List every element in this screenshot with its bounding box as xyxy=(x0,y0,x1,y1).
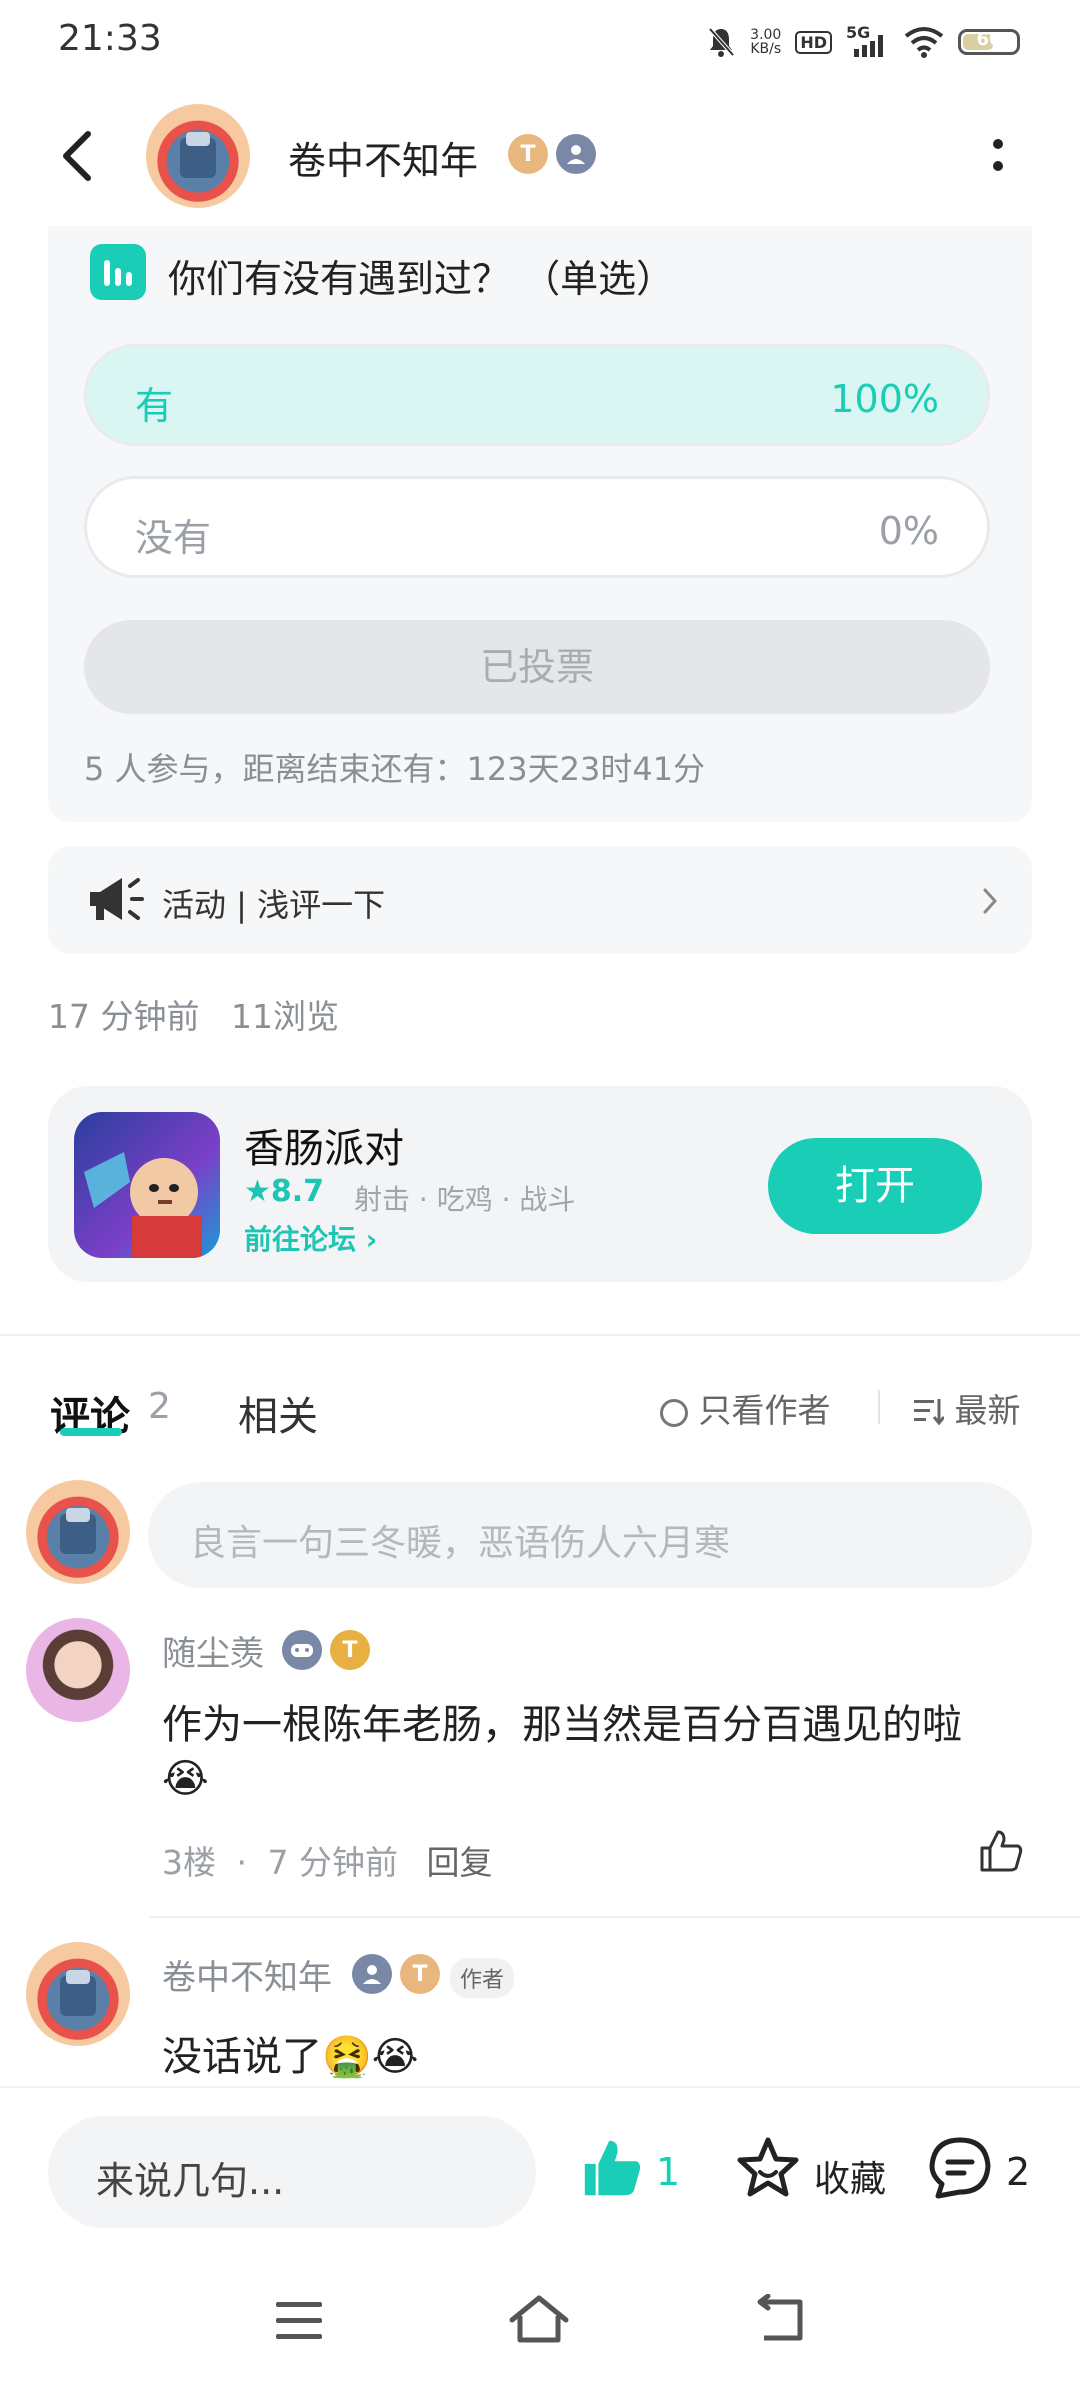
chevron-right-icon: › xyxy=(365,1223,378,1256)
header-avatar[interactable] xyxy=(146,104,250,208)
level-badge-icon: T xyxy=(400,1954,440,1994)
game-name[interactable]: 香肠派对 xyxy=(244,1116,404,1174)
voted-button: 已投票 xyxy=(84,620,990,714)
game-tags: 射击 · 吃鸡 · 战斗 xyxy=(354,1183,576,1216)
battery-icon: 60 xyxy=(958,29,1020,55)
level-badge-icon: T xyxy=(508,134,548,174)
poll-chart-icon xyxy=(90,244,146,300)
like-count: 1 xyxy=(656,2150,681,2194)
menu-icon[interactable] xyxy=(274,2298,324,2344)
game-rating: ★8.7 xyxy=(244,1174,325,1209)
home-icon[interactable] xyxy=(508,2294,570,2346)
poll-option-label: 有 xyxy=(135,384,174,428)
comment-time: 7 分钟前 xyxy=(267,1843,399,1882)
gamepad-badge-icon xyxy=(282,1630,322,1670)
more-icon[interactable] xyxy=(990,136,1006,176)
forum-link[interactable]: 前往论坛 › xyxy=(244,1218,377,1258)
comment-emoji: 😭 xyxy=(162,1756,209,1802)
comment-placeholder: 良言一句三冬暖，恶语伤人六月寒 xyxy=(190,1523,731,1564)
star-icon: ★ xyxy=(244,1174,271,1209)
level-badge-icon: T xyxy=(330,1630,370,1670)
comment-username[interactable]: 随尘羡 xyxy=(162,1626,264,1675)
mute-icon xyxy=(708,27,735,57)
status-bar: 21:33 3.00 KB/s HD 5G 60 xyxy=(0,0,1080,84)
sort-filter[interactable]: 最新 xyxy=(912,1384,1021,1432)
activity-label: 活动 | 浅评一下 xyxy=(162,886,386,924)
sort-icon xyxy=(914,1399,946,1426)
game-icon[interactable] xyxy=(74,1112,220,1258)
post-meta: 17 分钟前 11浏览 xyxy=(48,990,339,1038)
comment-text: 作为一根陈年老肠，那当然是百分百遇见的啦 xyxy=(162,1702,962,1748)
signal-icon: 5G xyxy=(846,23,890,59)
follow-badge-icon xyxy=(556,134,596,174)
favorite-label[interactable]: 收藏 xyxy=(814,2150,886,2202)
poll-option-percent: 0% xyxy=(878,509,939,553)
tab-comments-count: 2 xyxy=(148,1386,171,1427)
tab-underline xyxy=(60,1428,122,1436)
back-icon[interactable] xyxy=(58,128,98,184)
section-divider xyxy=(0,1334,1080,1336)
tab-related[interactable]: 相关 xyxy=(238,1384,318,1442)
poll-info: 5 人参与，距离结束还有：123天23时41分 xyxy=(84,750,706,788)
reply-button[interactable]: 回复 xyxy=(427,1843,493,1882)
author-only-filter[interactable]: 只看作者 xyxy=(660,1384,831,1432)
poll-option-yes[interactable]: 有 100% xyxy=(84,344,990,446)
comment-username[interactable]: 卷中不知年 xyxy=(162,1950,332,1999)
comment-floor: 3楼 xyxy=(162,1843,216,1882)
comment-text: 没话说了🤮😭 xyxy=(162,2034,419,2080)
open-game-button[interactable]: 打开 xyxy=(768,1138,982,1234)
filter-separator xyxy=(878,1390,880,1424)
status-time: 21:33 xyxy=(58,18,162,59)
thumbs-up-icon[interactable] xyxy=(976,1826,1026,1876)
poll-option-label: 没有 xyxy=(135,516,212,560)
poll-option-percent: 100% xyxy=(830,377,939,421)
comment-avatar[interactable] xyxy=(26,1618,130,1722)
follow-badge-icon xyxy=(352,1954,392,1994)
radio-icon xyxy=(660,1399,688,1427)
comment-count: 2 xyxy=(1006,2150,1031,2194)
poll-option-no[interactable]: 没有 0% xyxy=(84,476,990,578)
like-icon[interactable] xyxy=(578,2134,646,2202)
chevron-right-icon xyxy=(983,888,998,914)
comment-avatar[interactable] xyxy=(26,1942,130,2046)
post-views: 11浏览 xyxy=(230,997,339,1036)
comment-bubble-icon[interactable] xyxy=(926,2134,994,2202)
wifi-icon xyxy=(904,27,944,58)
author-tag: 作者 xyxy=(450,1958,515,1998)
hd-badge: HD xyxy=(795,30,832,54)
post-time: 17 分钟前 xyxy=(48,997,200,1036)
net-speed: 3.00 KB/s xyxy=(750,27,782,57)
status-icons: 3.00 KB/s HD 5G 60 xyxy=(706,20,1020,64)
comment-emoji: 🤮😭 xyxy=(322,2034,419,2080)
bottom-input-placeholder: 来说几句... xyxy=(96,2159,285,2203)
comment-meta: 3楼 · 7 分钟前 回复 xyxy=(162,1843,493,1882)
star-outline-icon[interactable] xyxy=(734,2134,802,2202)
megaphone-icon xyxy=(90,878,144,920)
poll-question: 你们有没有遇到过？ （单选） xyxy=(168,257,675,301)
my-avatar xyxy=(26,1480,130,1584)
comment-separator xyxy=(150,1916,1080,1918)
back-nav-icon[interactable] xyxy=(754,2294,806,2346)
header-username[interactable]: 卷中不知年 xyxy=(288,130,478,185)
